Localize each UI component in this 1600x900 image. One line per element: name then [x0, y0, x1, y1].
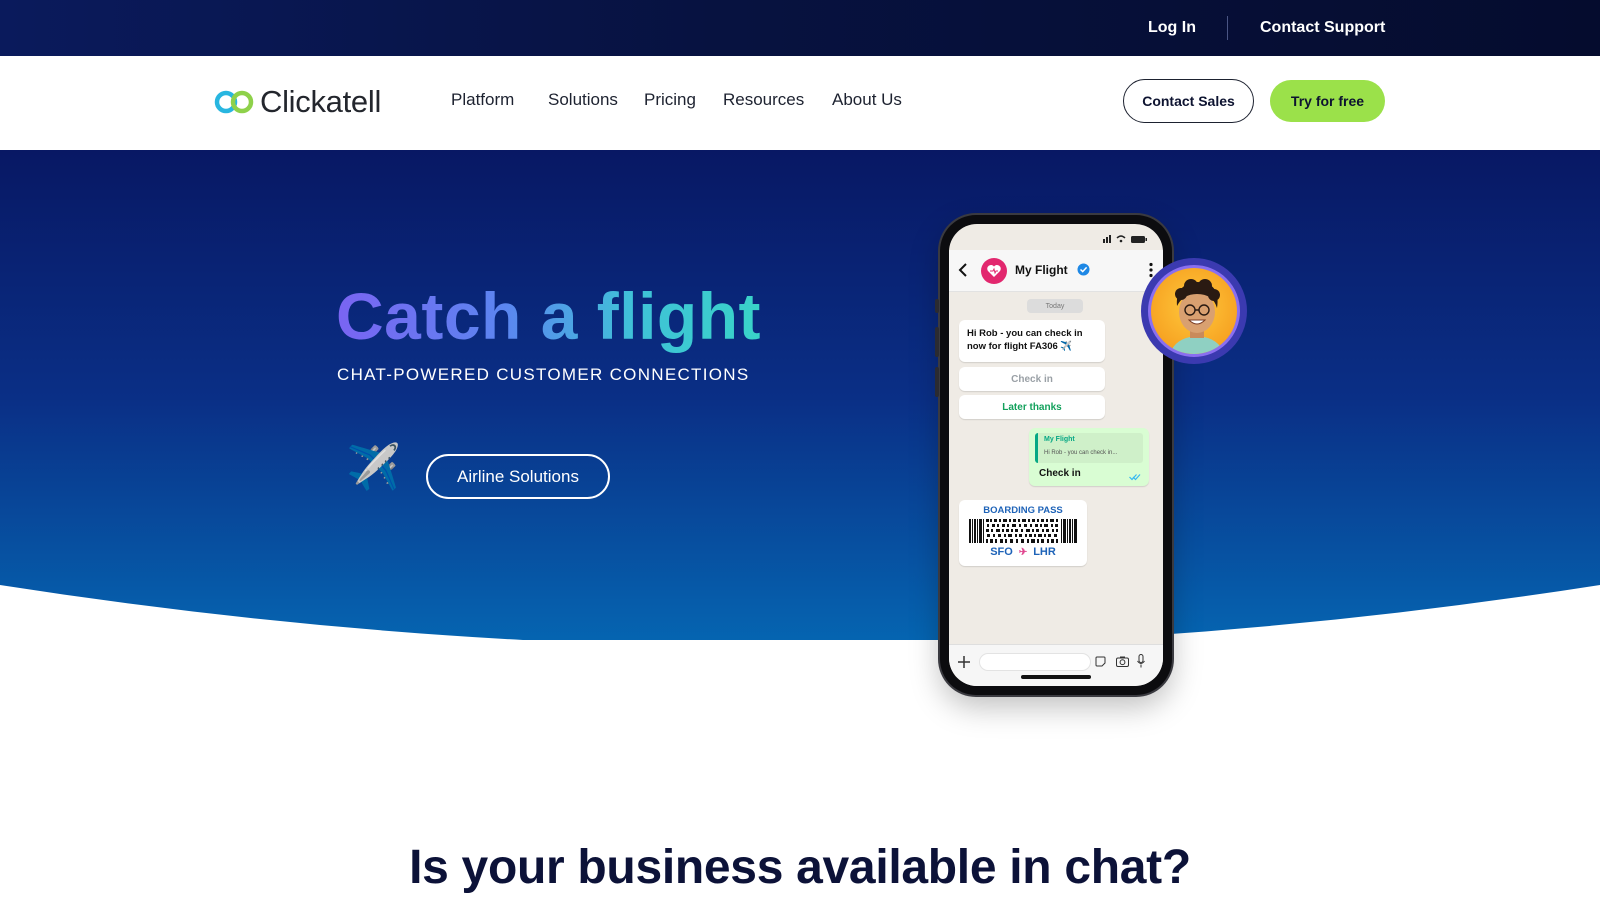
nav-pricing[interactable]: Pricing	[644, 90, 696, 110]
airline-solutions-button[interactable]: Airline Solutions	[426, 454, 610, 499]
customer-avatar	[1141, 258, 1247, 364]
nav-resources[interactable]: Resources	[723, 90, 804, 110]
logo[interactable]: Clickatell	[214, 82, 381, 122]
back-icon[interactable]	[957, 262, 969, 278]
outgoing-message: My Flight Hi Rob - you can check in... C…	[1029, 428, 1149, 486]
route-to: LHR	[1033, 546, 1056, 558]
nav-solutions[interactable]: Solutions	[548, 90, 618, 110]
phone-screen: My Flight Today Hi Rob - you can check i…	[949, 224, 1163, 686]
date-chip: Today	[1027, 299, 1083, 313]
hero-section: Catch a flight CHAT-POWERED CUSTOMER CON…	[0, 150, 1600, 640]
home-indicator	[1021, 675, 1091, 679]
quote-text: Hi Rob - you can check in...	[1044, 450, 1118, 456]
boarding-pass-card: BOARDING PASS SFO ✈ LHR	[959, 500, 1087, 566]
contact-support-link[interactable]: Contact Support	[1260, 0, 1385, 56]
phone-side-button	[935, 299, 939, 313]
route-from: SFO	[990, 546, 1013, 558]
message-input[interactable]	[979, 653, 1091, 671]
heart-icon	[987, 265, 1001, 277]
boarding-pass-route: SFO ✈ LHR	[959, 546, 1087, 558]
airplane-icon: ✈️	[346, 443, 401, 492]
quick-reply-check-in[interactable]: Check in	[959, 367, 1105, 391]
boarding-pass-code	[969, 519, 1077, 543]
customer-photo	[1148, 265, 1240, 357]
main-nav: Clickatell Platform Solutions Pricing Re…	[0, 56, 1600, 150]
mic-icon[interactable]	[1137, 654, 1145, 668]
status-bar-icons	[1103, 235, 1147, 243]
read-ticks-icon	[1129, 474, 1141, 481]
boarding-pass-title: BOARDING PASS	[983, 505, 1063, 516]
menu-icon[interactable]	[1149, 262, 1153, 278]
chat-header: My Flight	[949, 250, 1163, 292]
hero-background	[0, 150, 1600, 640]
nav-about-us[interactable]: About Us	[832, 90, 902, 110]
chat-name: My Flight	[1015, 263, 1068, 277]
camera-icon[interactable]	[1116, 656, 1129, 667]
phone-side-button	[935, 327, 939, 357]
phone-mockup: My Flight Today Hi Rob - you can check i…	[935, 215, 1172, 695]
login-link[interactable]: Log In	[1148, 0, 1196, 56]
verified-icon	[1077, 263, 1090, 276]
logo-text: Clickatell	[260, 84, 382, 119]
chat-input-bar	[949, 644, 1163, 686]
phone-side-button	[935, 367, 939, 397]
plus-icon[interactable]	[957, 655, 971, 669]
nav-platform[interactable]: Platform	[451, 90, 514, 110]
divider	[1227, 16, 1228, 40]
hero-title: Catch a flight	[336, 279, 762, 353]
section-headline: Is your business available in chat?	[409, 841, 1191, 894]
contact-sales-button[interactable]: Contact Sales	[1123, 79, 1254, 123]
try-for-free-button[interactable]: Try for free	[1270, 80, 1385, 122]
sticker-icon[interactable]	[1095, 656, 1106, 667]
outgoing-text: Check in	[1039, 468, 1081, 479]
hero-subtitle: CHAT-POWERED CUSTOMER CONNECTIONS	[337, 365, 750, 384]
clickatell-logo-icon	[214, 90, 254, 114]
plane-icon: ✈	[1018, 546, 1028, 558]
quote-title: My Flight	[1044, 436, 1075, 443]
incoming-message: Hi Rob - you can check in now for flight…	[959, 320, 1105, 362]
quick-reply-later-thanks[interactable]: Later thanks	[959, 395, 1105, 419]
utility-bar: Log In Contact Support	[0, 0, 1600, 56]
quoted-message: My Flight Hi Rob - you can check in...	[1035, 433, 1143, 463]
chat-avatar	[981, 258, 1007, 284]
